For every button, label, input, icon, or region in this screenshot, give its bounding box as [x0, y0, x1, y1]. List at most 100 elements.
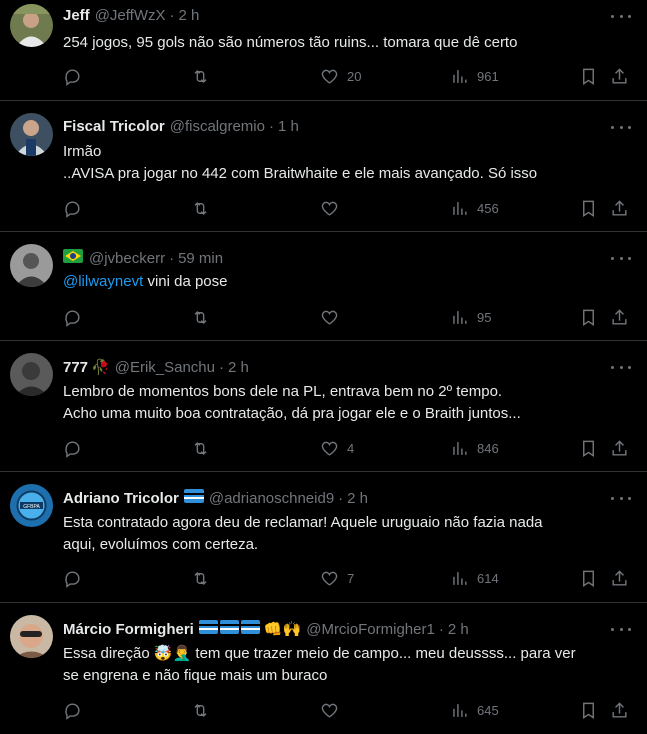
reply-button[interactable] — [63, 199, 82, 218]
like-button[interactable]: 4 — [320, 439, 354, 458]
retweet-button[interactable] — [191, 439, 210, 458]
bookmark-icon — [583, 570, 594, 587]
share-button[interactable] — [610, 439, 629, 458]
reply-button[interactable] — [63, 308, 82, 327]
tweet-line: 254 jogos, 95 gols não são números tão r… — [63, 34, 518, 51]
share-icon — [612, 200, 627, 216]
more-icon[interactable] — [611, 121, 631, 133]
tweet-text: @lilwaynevt vini da pose — [63, 271, 627, 293]
retweet-icon — [194, 310, 207, 325]
retweet-button[interactable] — [191, 569, 210, 588]
heart-icon — [321, 201, 338, 216]
user-handle[interactable]: @adrianoschneid9 — [209, 490, 334, 507]
view-count: 95 — [477, 310, 492, 325]
views-button[interactable]: 846 — [450, 439, 499, 458]
views-icon — [453, 442, 467, 455]
tweet[interactable]: GFBPA Adriano Tricolor @adrianoschneid9 … — [0, 472, 647, 603]
tweet[interactable]: Fiscal Tricolor @fiscalgremio · 1 h Irmã… — [0, 101, 647, 232]
share-button[interactable] — [610, 308, 629, 327]
share-icon — [612, 570, 627, 586]
user-handle[interactable]: @JeffWzX — [95, 7, 166, 24]
view-count: 614 — [477, 571, 499, 586]
user-handle[interactable]: @Erik_Sanchu — [115, 359, 215, 376]
views-button[interactable]: 614 — [450, 569, 499, 588]
tweet-line: Acho uma muito boa contratação, dá pra j… — [63, 405, 521, 422]
reply-button[interactable] — [63, 67, 82, 86]
views-button[interactable]: 961 — [450, 67, 499, 86]
views-icon — [453, 311, 467, 324]
user-handle[interactable]: @jvbeckerr — [89, 250, 165, 267]
share-button[interactable] — [610, 67, 629, 86]
avatar[interactable] — [10, 244, 53, 287]
share-icon — [612, 702, 627, 718]
reply-icon — [65, 69, 80, 86]
action-bar: 7 614 — [63, 569, 631, 589]
avatar[interactable] — [10, 353, 53, 396]
display-name[interactable]: Fiscal Tricolor — [63, 118, 165, 135]
share-button[interactable] — [610, 199, 629, 218]
reply-button[interactable] — [63, 439, 82, 458]
retweet-button[interactable] — [191, 67, 210, 86]
like-button[interactable]: 7 — [320, 569, 354, 588]
view-count: 456 — [477, 201, 499, 216]
retweet-button[interactable] — [191, 308, 210, 327]
user-handle[interactable]: @fiscalgremio — [170, 118, 265, 135]
reply-button[interactable] — [63, 569, 82, 588]
avatar[interactable] — [10, 615, 53, 658]
bookmark-button[interactable] — [579, 199, 598, 218]
display-name[interactable]: Adriano Tricolor — [63, 490, 179, 507]
like-button[interactable]: 20 — [320, 67, 361, 86]
timestamp[interactable]: 2 h — [448, 621, 469, 638]
more-icon[interactable] — [611, 361, 631, 373]
timestamp[interactable]: 2 h — [347, 490, 368, 507]
tweet[interactable]: 777 🥀 @Erik_Sanchu · 2 h Lembro de momen… — [0, 341, 647, 472]
bookmark-button[interactable] — [579, 701, 598, 720]
more-icon[interactable] — [611, 492, 631, 504]
like-button[interactable] — [320, 701, 339, 720]
retweet-button[interactable] — [191, 199, 210, 218]
heart-icon — [321, 703, 338, 718]
mention-link[interactable]: @lilwaynevt — [63, 273, 143, 290]
share-button[interactable] — [610, 569, 629, 588]
timestamp[interactable]: 1 h — [278, 118, 299, 135]
more-icon[interactable] — [611, 623, 631, 635]
views-button[interactable]: 456 — [450, 199, 499, 218]
bookmark-button[interactable] — [579, 308, 598, 327]
timestamp[interactable]: 59 min — [178, 250, 223, 267]
separator: · — [268, 118, 274, 135]
more-icon[interactable] — [611, 252, 631, 264]
bookmark-icon — [583, 702, 594, 719]
reply-icon — [65, 201, 80, 218]
view-count: 645 — [477, 703, 499, 718]
user-handle[interactable]: @MrcioFormigher1 — [306, 621, 435, 638]
like-button[interactable] — [320, 308, 339, 327]
share-button[interactable] — [610, 701, 629, 720]
action-bar: 4 846 — [63, 439, 631, 459]
timestamp[interactable]: 2 h — [178, 7, 199, 24]
timestamp[interactable]: 2 h — [228, 359, 249, 376]
action-bar: 645 — [63, 701, 631, 721]
display-name[interactable]: 777 — [63, 359, 88, 376]
views-icon — [453, 572, 467, 585]
heart-icon — [321, 69, 338, 84]
separator: · — [169, 249, 175, 267]
avatar[interactable] — [10, 4, 53, 47]
display-name[interactable]: Márcio Formigheri — [63, 621, 194, 638]
retweet-button[interactable] — [191, 701, 210, 720]
reply-button[interactable] — [63, 701, 82, 720]
bookmark-button[interactable] — [579, 439, 598, 458]
views-button[interactable]: 645 — [450, 701, 499, 720]
tweet[interactable]: @jvbeckerr · 59 min @lilwaynevt vini da … — [0, 232, 647, 341]
like-button[interactable] — [320, 199, 339, 218]
bookmark-button[interactable] — [579, 569, 598, 588]
tweet[interactable]: Márcio Formigheri 👊🙌 @MrcioFormigher1 · … — [0, 603, 647, 734]
tweet[interactable]: Jeff @JeffWzX · 2 h 254 jogos, 95 gols n… — [0, 0, 647, 101]
more-icon[interactable] — [611, 10, 631, 22]
views-button[interactable]: 95 — [450, 308, 491, 327]
display-name[interactable]: Jeff — [63, 7, 90, 24]
avatar[interactable] — [10, 113, 53, 156]
avatar[interactable]: GFBPA — [10, 484, 53, 527]
views-icon — [453, 202, 467, 215]
retweet-icon — [194, 69, 207, 84]
bookmark-button[interactable] — [579, 67, 598, 86]
